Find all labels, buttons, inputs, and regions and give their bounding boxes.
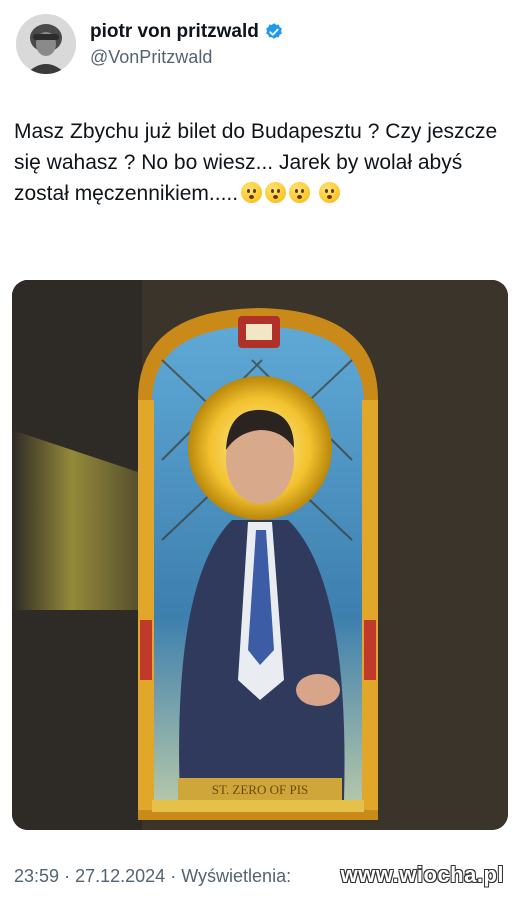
handle[interactable]: @VonPritzwald <box>90 47 284 68</box>
meta-separator: · <box>64 866 71 886</box>
watermark: www.wiocha.pl <box>340 862 504 887</box>
window-inscription: ST. ZERO OF PIS <box>212 782 309 797</box>
tweet-text-block: Masz Zbychu już bilet do Budapesztu ? Cz… <box>14 116 510 209</box>
pilot-avatar-icon <box>16 14 76 74</box>
avatar[interactable] <box>16 14 76 74</box>
tweet-meta: 23:59 · 27.12.2024 · Wyświetlenia: <box>14 866 291 887</box>
views-label: Wyświetlenia: <box>181 866 292 886</box>
astonished-face-icon <box>318 182 340 203</box>
display-name[interactable]: piotr von pritzwald <box>90 21 259 43</box>
meta-separator-2: · <box>170 866 177 886</box>
tweet-media[interactable]: ST. ZERO OF PIS <box>12 280 508 830</box>
hushed-face-icon <box>289 182 311 203</box>
tweet-time[interactable]: 23:59 <box>14 866 59 886</box>
face-with-monocle-icon <box>265 182 287 203</box>
stained-glass-window-image: ST. ZERO OF PIS <box>12 280 508 830</box>
thinking-face-icon <box>241 182 263 203</box>
tweet-header: piotr von pritzwald @VonPritzwald <box>16 14 284 74</box>
tweet-date[interactable]: 27.12.2024 <box>75 866 165 886</box>
verified-badge-icon <box>265 22 282 39</box>
